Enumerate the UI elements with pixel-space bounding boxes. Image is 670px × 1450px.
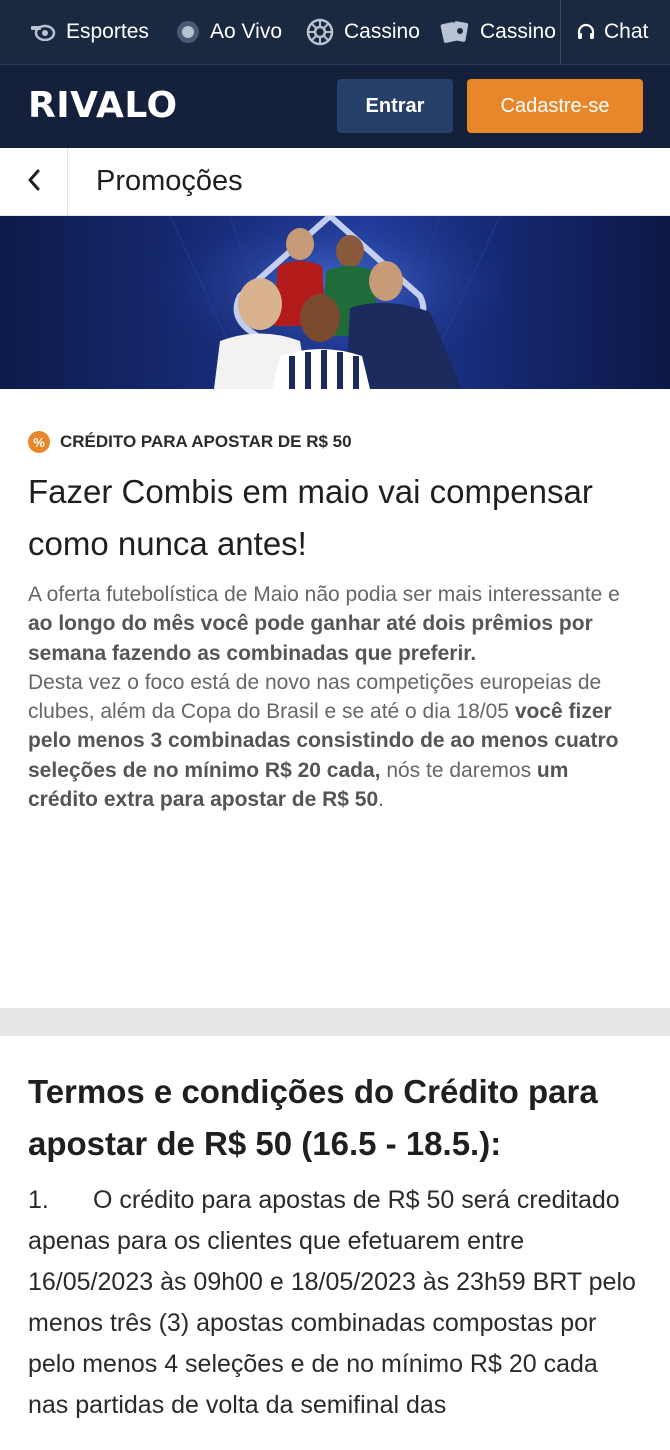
page-title: Promoções	[96, 165, 243, 197]
terms-item-number: 1.	[28, 1186, 49, 1214]
promo-p2-end: .	[378, 788, 384, 812]
live-dot-icon	[176, 20, 200, 44]
nav-item-label: Cassino	[480, 20, 556, 43]
promo-banner-image	[0, 216, 670, 389]
roulette-icon	[306, 18, 334, 46]
terms-item-text: O crédito para apostas de R$ 50 será cre…	[28, 1186, 636, 1419]
back-button[interactable]	[0, 148, 68, 216]
terms-item-1: 1. O crédito para apostas de R$ 50 será c…	[28, 1180, 644, 1426]
headset-icon	[576, 22, 596, 42]
nav-divider	[560, 0, 561, 64]
login-button[interactable]: Entrar	[337, 79, 453, 133]
chat-button[interactable]: Chat	[576, 0, 648, 64]
nav-item-ao-vivo[interactable]: Ao Vivo	[176, 0, 282, 64]
chevron-left-icon	[26, 168, 42, 197]
nav-item-label: Ao Vivo	[210, 20, 282, 43]
promo-headline: Fazer Combis em maio vai compensar como …	[28, 473, 593, 562]
promo-p1-bold: ao longo do mês você pode ganhar até doi…	[28, 612, 593, 665]
top-nav: Esportes Ao Vivo Cassino Cassino Chat	[0, 0, 670, 64]
cards-icon	[440, 18, 470, 46]
terms-title: Termos e condições do Crédito para apost…	[28, 1073, 598, 1162]
promo-p1-text: A oferta futebolística de Maio não podia…	[28, 583, 620, 606]
nav-item-label: Cassino	[344, 20, 420, 43]
nav-item-cassino[interactable]: Cassino	[306, 0, 420, 64]
whistle-icon	[30, 23, 56, 41]
signup-button[interactable]: Cadastre-se	[467, 79, 643, 133]
promo-badge: % CRÉDITO PARA APOSTAR DE R$ 50	[28, 430, 644, 454]
nav-item-cassino-live[interactable]: Cassino	[440, 0, 560, 64]
banner-players-illustration	[150, 216, 520, 389]
rivalo-logo[interactable]: RIVALO	[28, 85, 178, 126]
promo-content: % CRÉDITO PARA APOSTAR DE R$ 50 Fazer Co…	[28, 430, 644, 814]
site-header: RIVALO Entrar Cadastre-se	[0, 64, 670, 148]
nav-item-esportes[interactable]: Esportes	[30, 0, 149, 64]
nav-item-label: Esportes	[66, 20, 149, 43]
section-divider	[0, 1008, 670, 1036]
promo-description: A oferta futebolística de Maio não podia…	[28, 580, 644, 814]
percent-badge-icon: %	[28, 431, 50, 453]
promo-p2-text-2: nós te daremos	[380, 758, 537, 782]
chat-label: Chat	[604, 20, 649, 43]
promo-badge-text: CRÉDITO PARA APOSTAR DE R$ 50	[60, 432, 352, 451]
page-title-bar: Promoções	[0, 148, 670, 216]
